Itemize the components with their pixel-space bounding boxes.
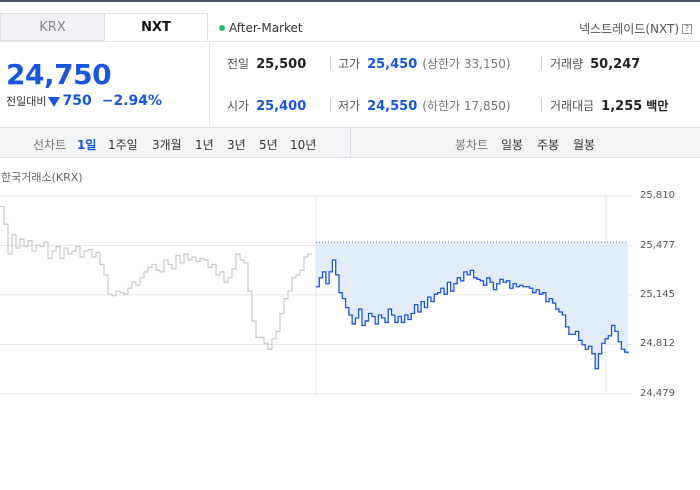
stat-label: 고가 [338,57,361,71]
column-divider [330,56,331,70]
period-5y[interactable]: 5년 [259,136,278,153]
stat-prev-close: 전일 25,500 [227,55,306,72]
market-status-label: After-Market [229,21,303,35]
nextrade-link[interactable]: 넥스트레이드(NXT) ? [579,20,692,37]
regular-session-line [0,205,312,350]
stat-value: 25,500 [256,57,307,72]
market-status: After-Market [219,21,303,35]
toolbar-divider [350,128,351,157]
stat-sub: (하한가 17,850) [422,99,511,113]
candle-weekly[interactable]: 주봉 [537,136,559,153]
stat-amount: 거래대금 1,255 백만 [550,97,668,114]
y-tick-label: 24,479 [640,388,675,399]
divider [0,41,700,42]
y-tick-label: 24,812 [640,338,675,350]
stat-label: 거래량 [550,57,584,71]
change-percent: −2.94% [101,93,163,109]
stat-value: 50,247 [590,57,641,72]
column-divider [541,98,542,112]
tab-krx[interactable]: KRX [0,13,104,41]
stat-sub: (상한가 33,150) [422,57,511,71]
price-change: 전일대비 750 −2.94% [6,93,162,109]
price-chart[interactable]: 25,810 25,477 25,145 24,812 24,479 [0,186,700,399]
tab-nxt[interactable]: NXT [104,13,208,41]
nextrade-link-label: 넥스트레이드(NXT) [579,22,679,36]
period-1y[interactable]: 1년 [195,136,214,153]
period-10y[interactable]: 10년 [290,136,316,153]
stat-unit: 백만 [646,99,669,113]
stat-label: 전일 [227,57,250,71]
after-market-area [316,242,628,369]
vertical-divider [209,42,210,126]
line-chart-label: 선차트 [33,138,67,152]
y-tick-label: 25,477 [640,239,675,251]
change-label: 전일대비 [6,95,47,108]
stat-low: 저가 24,550 (하한가 17,850) [338,97,511,114]
stat-label: 시가 [227,99,250,113]
period-1d[interactable]: 1일 [77,136,96,153]
stat-high: 고가 25,450 (상한가 33,150) [338,55,511,72]
stat-value: 1,255 [601,99,643,114]
down-triangle-icon [48,96,61,107]
stat-value: 24,550 [367,99,418,114]
candle-daily[interactable]: 일봉 [501,136,523,153]
period-3y[interactable]: 3년 [227,136,246,153]
candle-chart-label: 봉차트 [455,138,489,152]
column-divider [541,56,542,70]
stat-value: 25,400 [256,99,307,114]
stat-volume: 거래량 50,247 [550,55,640,72]
current-price: 24,750 [6,58,112,91]
y-tick-label: 25,145 [640,288,675,300]
period-3m[interactable]: 3개월 [152,136,182,153]
stat-label: 거래대금 [550,99,595,113]
change-value: 750 [62,93,92,109]
stat-value: 25,450 [367,57,418,72]
chart-period-toolbar: 선차트 1일 1주일 3개월 1년 3년 5년 10년 봉차트 일봉 주봉 월봉 [0,127,700,158]
chart-svg [0,195,632,395]
status-dot-icon [219,25,225,31]
period-1w[interactable]: 1주일 [108,136,138,153]
market-tabs: KRX NXT [0,13,209,41]
top-border [0,0,700,2]
y-tick-label: 25,810 [640,190,675,201]
candle-monthly[interactable]: 월봉 [573,136,595,153]
help-icon[interactable]: ? [682,23,692,34]
exchange-label: 한국거래소(KRX) [1,171,83,184]
stat-label: 저가 [338,99,361,113]
stat-open: 시가 25,400 [227,97,306,114]
column-divider [330,98,331,112]
